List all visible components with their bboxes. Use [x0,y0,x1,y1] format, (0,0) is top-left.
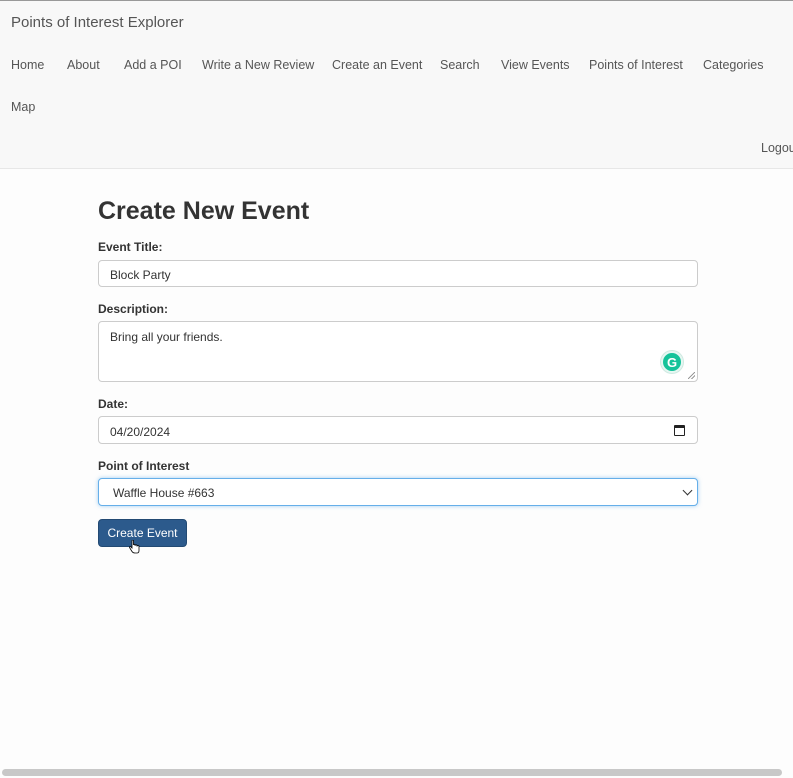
page-title: Create New Event [98,197,310,225]
date-value: 04/20/2024 [110,425,171,439]
event-title-label: Event Title: [98,240,163,254]
description-value: Bring all your friends. [110,330,223,344]
navbar: Points of Interest Explorer Home About A… [0,0,793,169]
nav-create-event[interactable]: Create an Event [332,58,422,72]
nav-add-poi[interactable]: Add a POI [124,58,182,72]
nav-home[interactable]: Home [11,58,44,72]
description-textarea[interactable]: Bring all your friends. G [98,321,698,382]
grammarly-icon[interactable]: G [661,351,683,373]
nav-categories[interactable]: Categories [703,58,763,72]
nav-search[interactable]: Search [440,58,480,72]
nav-about[interactable]: About [67,58,100,72]
hand-pointer-icon [129,540,140,554]
nav-view-events[interactable]: View Events [501,58,570,72]
poi-label: Point of Interest [98,459,190,473]
date-input[interactable]: 04/20/2024 [98,416,698,444]
description-label: Description: [98,302,169,316]
logout-link[interactable]: Logout [761,141,793,155]
event-title-value: Block Party [110,268,171,282]
poi-select[interactable]: Waffle House #663 [98,478,698,506]
create-event-button[interactable]: Create Event [98,519,187,547]
event-title-input[interactable]: Block Party [98,260,698,287]
calendar-icon[interactable] [674,425,685,436]
horizontal-scrollbar[interactable] [2,769,782,776]
nav-map[interactable]: Map [11,100,35,114]
resize-handle[interactable] [688,372,695,379]
poi-selected-value: Waffle House #663 [113,486,215,500]
nav-write-review[interactable]: Write a New Review [202,58,314,72]
nav-points-of-interest[interactable]: Points of Interest [589,58,683,72]
brand-link[interactable]: Points of Interest Explorer [11,14,184,31]
date-label: Date: [98,397,129,411]
page: Points of Interest Explorer Home About A… [0,0,793,778]
chevron-down-icon [682,485,693,496]
